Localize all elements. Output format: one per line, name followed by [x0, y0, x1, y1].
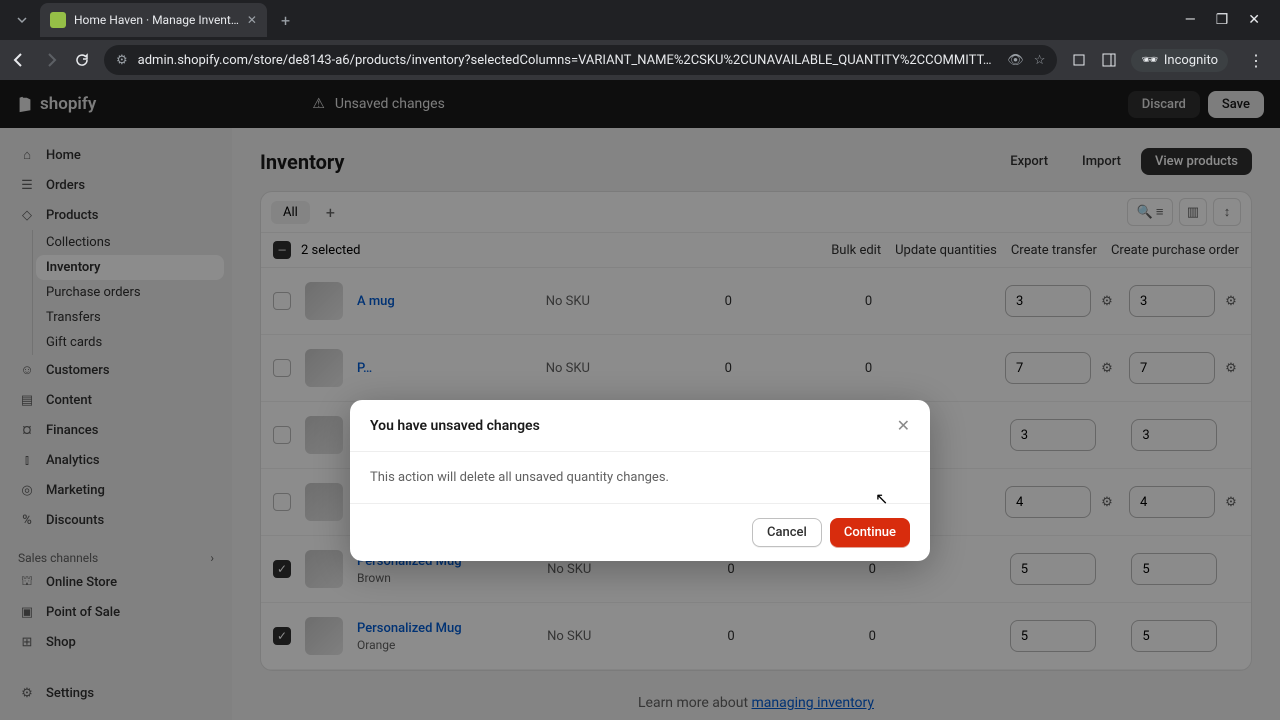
close-tab-icon[interactable]: ✕ — [247, 13, 257, 27]
url-text: admin.shopify.com/store/de8143-a6/produc… — [138, 53, 998, 68]
browser-tab-strip: Home Haven · Manage Invent… ✕ + ― ❐ ✕ — [0, 0, 1280, 40]
incognito-icon: 🕶 — [1141, 53, 1158, 68]
reload-button[interactable] — [74, 52, 90, 68]
close-window-icon[interactable]: ✕ — [1248, 12, 1260, 28]
site-info-icon[interactable]: ⚙ — [116, 53, 128, 68]
window-controls: ― ❐ ✕ — [1185, 12, 1272, 28]
panel-icon[interactable] — [1101, 52, 1117, 68]
continue-button[interactable]: Continue — [830, 518, 910, 547]
close-modal-icon[interactable]: ✕ — [897, 416, 910, 435]
modal-overlay: You have unsaved changes ✕ This action w… — [0, 80, 1280, 720]
bookmark-icon[interactable]: ☆ — [1034, 53, 1046, 68]
tab-search-dropdown[interactable] — [8, 6, 36, 34]
shopify-favicon — [50, 12, 66, 28]
unsaved-changes-modal: You have unsaved changes ✕ This action w… — [350, 400, 930, 561]
eye-off-icon[interactable]: 👁 — [1007, 53, 1024, 68]
maximize-icon[interactable]: ❐ — [1216, 12, 1229, 28]
forward-button[interactable] — [42, 51, 60, 69]
browser-toolbar: ⚙ admin.shopify.com/store/de8143-a6/prod… — [0, 40, 1280, 80]
tab-title: Home Haven · Manage Invent… — [74, 13, 239, 27]
incognito-badge: 🕶 Incognito — [1131, 49, 1228, 72]
minimize-icon[interactable]: ― — [1185, 12, 1196, 28]
modal-title: You have unsaved changes — [370, 418, 540, 434]
back-button[interactable] — [10, 51, 28, 69]
browser-tab[interactable]: Home Haven · Manage Invent… ✕ — [40, 3, 267, 37]
new-tab-button[interactable]: + — [271, 11, 300, 30]
browser-menu-icon[interactable]: ⋮ — [1242, 51, 1270, 70]
incognito-label: Incognito — [1164, 53, 1218, 68]
address-bar[interactable]: ⚙ admin.shopify.com/store/de8143-a6/prod… — [104, 45, 1057, 75]
modal-body: This action will delete all unsaved quan… — [350, 452, 930, 503]
extensions-icon[interactable] — [1071, 52, 1087, 68]
cancel-button[interactable]: Cancel — [752, 518, 822, 547]
